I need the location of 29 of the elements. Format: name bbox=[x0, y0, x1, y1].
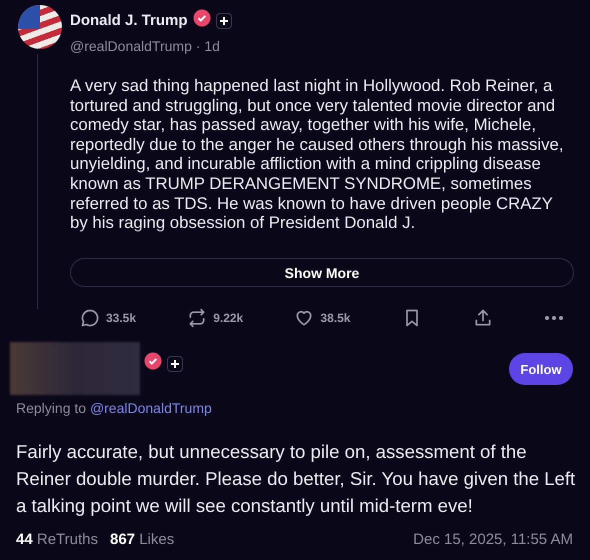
author-name[interactable]: Donald J. Trump bbox=[70, 12, 188, 29]
verified-icon bbox=[192, 9, 211, 27]
avatar[interactable] bbox=[18, 5, 62, 49]
reply-icon bbox=[80, 308, 100, 328]
action-count: 33.5k bbox=[106, 311, 136, 325]
share-button[interactable] bbox=[472, 308, 493, 328]
action-count: 38.5k bbox=[320, 311, 350, 325]
author-handle: @realDonaldTrump · 1d bbox=[70, 38, 221, 54]
stat-text[interactable]: 867 Likes bbox=[110, 531, 174, 548]
timestamp: Dec 15, 2025, 11:55 AM bbox=[413, 531, 573, 548]
reply-button[interactable]: 33.5k bbox=[80, 308, 136, 328]
show-more-button[interactable]: Show More bbox=[70, 258, 574, 287]
mention-link[interactable]: @realDonaldTrump bbox=[90, 400, 212, 416]
reply-text: Fairly accurate, but unnecessary to pile on, assessment of the Reiner double murder. Please do better, Sir. You have given the Left a talking point we will see constantly until mid-term eve! bbox=[16, 440, 576, 518]
more-button[interactable] bbox=[544, 316, 564, 320]
action-count: 9.22k bbox=[213, 311, 244, 325]
replying-to-text: Replying to @realDonaldTrump bbox=[16, 400, 213, 416]
more-icon bbox=[544, 316, 564, 320]
verified-icon bbox=[144, 352, 162, 370]
stat-text[interactable]: 44 ReTruths bbox=[16, 531, 98, 548]
plus-badge-icon bbox=[216, 12, 232, 28]
heart-icon bbox=[294, 308, 314, 328]
retruth-button[interactable]: 9.22k bbox=[187, 308, 244, 328]
follow-button[interactable]: Follow bbox=[509, 353, 573, 385]
plus-badge-icon bbox=[167, 356, 183, 372]
repost-icon bbox=[187, 308, 208, 328]
post-text: A very sad thing happened last night in Hollywood. Rob Reiner, a tortured and struggling, but once very talented movie director and comedy star, has passed away, together with his wife, Michele, reportedly due to the anger he caused others through his massive, unyielding, and incurable affliction with a mind crippling disease known as TRUMP DERANGEMENT SYNDROME, sometimes referred to as TDS. He was known to have driven people CRAZY by his raging obsession of President Donald J. bbox=[70, 76, 564, 234]
like-button[interactable]: 38.5k bbox=[294, 308, 350, 328]
share-icon bbox=[472, 308, 493, 328]
